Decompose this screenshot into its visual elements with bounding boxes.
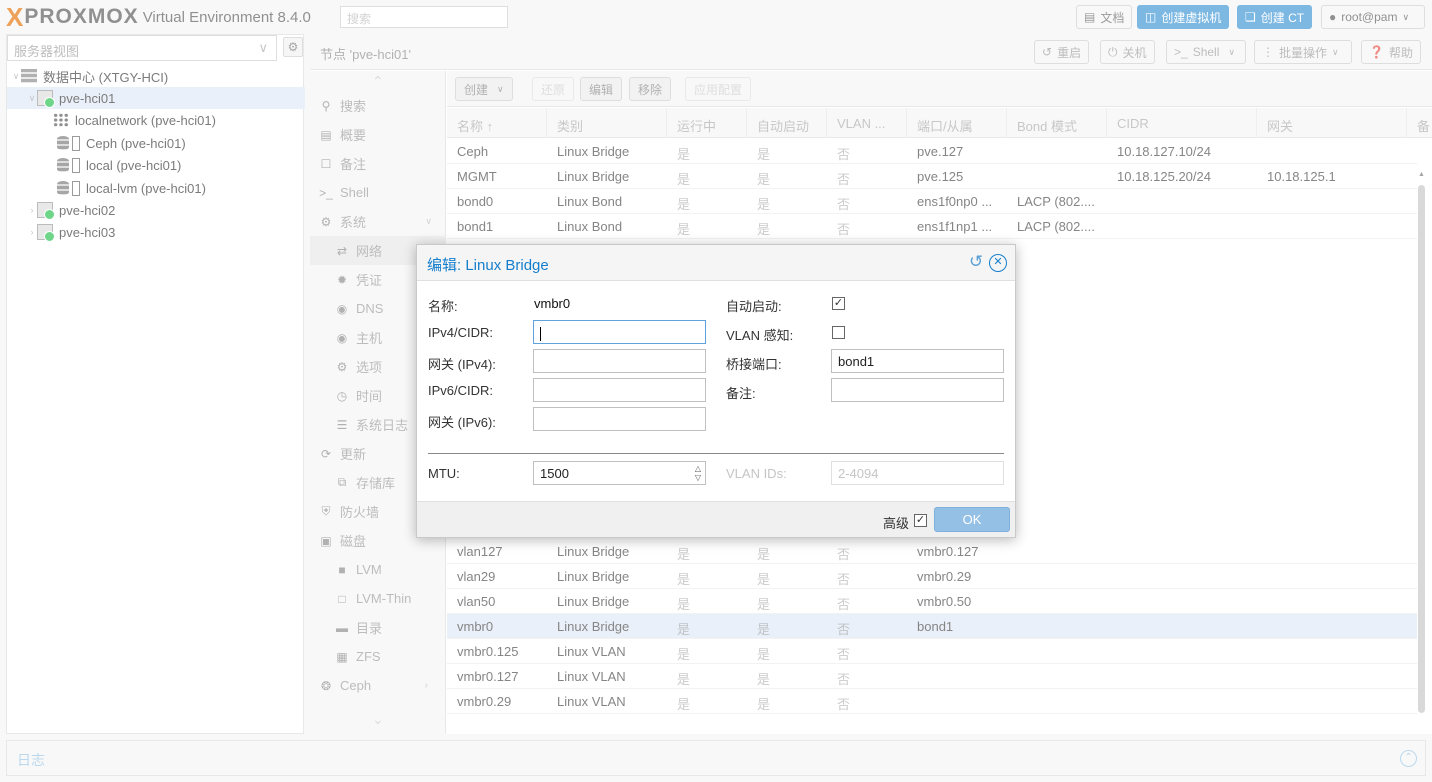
mtu-input[interactable]: 1500 △ ▽ <box>533 461 706 485</box>
gateway-ipv6-input[interactable] <box>533 407 706 431</box>
name-label: 名称: <box>428 299 458 314</box>
comment-input[interactable] <box>831 378 1004 402</box>
close-icon[interactable]: ✕ <box>989 254 1007 272</box>
edit-linux-bridge-dialog: 编辑: Linux Bridge ↺ ✕ 名称: vmbr0 IPv4/CIDR… <box>416 244 1016 538</box>
comment-label: 备注: <box>726 386 756 401</box>
autostart-checkbox[interactable]: ✓ <box>832 297 845 310</box>
bridge-ports-input[interactable]: bond1 <box>831 349 1004 373</box>
ipv6-cidr-label: IPv6/CIDR: <box>428 383 494 398</box>
mtu-label: MTU: <box>428 466 460 481</box>
advanced-checkbox[interactable]: ✓ <box>914 514 927 527</box>
dialog-header: 编辑: Linux Bridge ↺ ✕ <box>417 245 1015 281</box>
vlan-aware-checkbox[interactable] <box>832 326 845 339</box>
dialog-footer: 高级 ✓ OK <box>417 501 1015 537</box>
ipv4-cidr-label: IPv4/CIDR: <box>428 325 494 340</box>
bridge-ports-label: 桥接端口: <box>726 357 782 372</box>
spinner-icon[interactable]: △ ▽ <box>695 464 701 482</box>
vlan-aware-label: VLAN 感知: <box>726 328 794 343</box>
vlan-ids-input[interactable]: 2-4094 <box>831 461 1004 485</box>
ok-button[interactable]: OK <box>934 507 1010 532</box>
text-cursor <box>540 326 541 341</box>
name-value: vmbr0 <box>534 296 571 311</box>
gateway-ipv4-label: 网关 (IPv4): <box>428 357 496 372</box>
dialog-title: 编辑: Linux Bridge <box>427 257 549 274</box>
mtu-value: 1500 <box>540 466 569 481</box>
ipv4-cidr-input[interactable] <box>533 320 706 344</box>
reset-icon[interactable]: ↺ <box>969 253 983 271</box>
ipv6-cidr-input[interactable] <box>533 378 706 402</box>
vlan-ids-label: VLAN IDs: <box>726 466 787 481</box>
advanced-divider <box>428 453 1004 454</box>
advanced-label: 高级 <box>883 516 910 531</box>
gateway-ipv4-input[interactable] <box>533 349 706 373</box>
gateway-ipv6-label: 网关 (IPv6): <box>428 415 496 430</box>
autostart-label: 自动启动: <box>726 299 782 314</box>
